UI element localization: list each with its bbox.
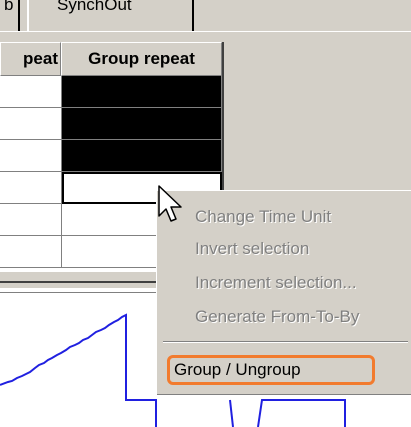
grid-cell-repeat[interactable] xyxy=(0,204,62,236)
column-header-group-repeat[interactable]: Group repeat xyxy=(61,42,222,76)
grid-cell-repeat[interactable] xyxy=(0,236,62,268)
column-header-repeat[interactable]: peat xyxy=(0,42,61,76)
grid-cell-group-repeat[interactable] xyxy=(62,76,222,108)
tab-partial[interactable]: b xyxy=(0,0,20,31)
plot-signal-line-3 xyxy=(257,399,346,427)
arrow-cursor-icon xyxy=(158,185,182,222)
grid-cell-repeat[interactable] xyxy=(0,172,62,204)
grid-cell-group-repeat[interactable] xyxy=(62,108,222,140)
menu-item-change-time-unit[interactable]: Change Time Unit xyxy=(195,207,331,227)
menu-separator xyxy=(163,341,408,343)
menu-item-invert-selection[interactable]: Invert selection xyxy=(195,239,309,259)
tab-synchout-label: SynchOut xyxy=(57,0,132,14)
tab-strip: b SynchOut xyxy=(0,0,411,32)
menu-item-generate-from-to-by[interactable]: Generate From-To-By xyxy=(195,307,359,327)
tab-synchout[interactable]: SynchOut xyxy=(27,0,194,31)
grid-cell-repeat[interactable] xyxy=(0,108,62,140)
grid-cell-repeat[interactable] xyxy=(0,140,62,172)
tab-strip-divider xyxy=(0,31,411,32)
menu-item-group-ungroup[interactable]: Group / Ungroup xyxy=(174,360,301,380)
plot-signal-line-2 xyxy=(229,399,234,427)
context-menu: Change Time Unit Invert selection Increm… xyxy=(156,190,411,395)
menu-item-increment-selection[interactable]: Increment selection... xyxy=(195,273,357,293)
plot-signal-line xyxy=(0,313,157,427)
tab-partial-label: b xyxy=(4,0,14,14)
grid-cell-group-repeat[interactable] xyxy=(62,140,222,172)
grid-cell-repeat[interactable] xyxy=(0,76,62,108)
